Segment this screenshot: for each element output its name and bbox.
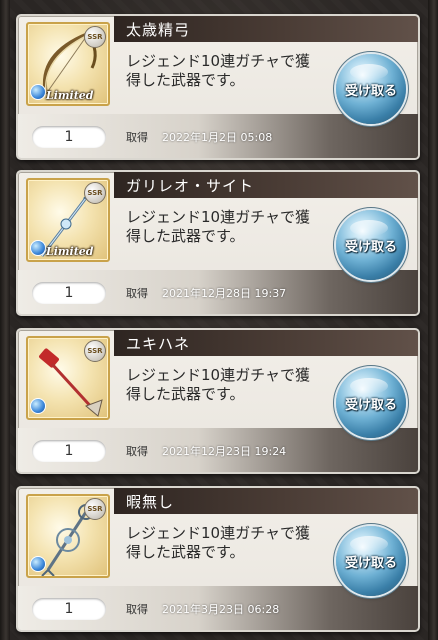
ssr-badge: SSR <box>84 498 106 520</box>
button-shine <box>350 64 388 80</box>
receive-button-label: 受け取る <box>344 84 397 99</box>
ssr-badge: SSR <box>84 26 106 48</box>
limited-tag: Limited <box>46 89 94 102</box>
item-name: ユキハネ <box>126 335 191 353</box>
gift-card-3: ユキハネ SSR レジェンド10連ガチャで獲 得した武器です。 1 取得 202… <box>16 328 420 474</box>
description-line: レジェンド10連ガチャで獲 <box>126 52 310 70</box>
acquired-label: 取得 <box>126 287 148 300</box>
receive-button[interactable]: 受け取る <box>336 210 406 280</box>
acquired-date: 2021年12月23日 19:24 <box>162 445 287 458</box>
ssr-badge: SSR <box>84 340 106 362</box>
item-description: レジェンド10連ガチャで獲 得した武器です。 <box>126 366 336 404</box>
water-element-icon <box>30 556 46 572</box>
receive-button[interactable]: 受け取る <box>336 368 406 438</box>
quantity-field[interactable]: 1 <box>32 282 106 304</box>
water-element-icon <box>30 84 46 100</box>
receive-button-label: 受け取る <box>344 556 397 571</box>
weapon-thumbnail: SSR <box>26 336 110 420</box>
acquired-date: 2021年3月23日 06:28 <box>162 603 280 616</box>
description-line: 得した武器です。 <box>126 71 245 89</box>
water-element-icon <box>30 398 46 414</box>
item-name: 太歳精弓 <box>126 21 191 39</box>
button-shine <box>350 378 388 394</box>
gift-card-2: ガリレオ・サイト SSR Limited レジェンド10連ガチャで獲 得した武器… <box>16 170 420 316</box>
item-description: レジェンド10連ガチャで獲 得した武器です。 <box>126 208 336 246</box>
item-name: ガリレオ・サイト <box>126 177 255 195</box>
water-element-icon <box>30 240 46 256</box>
receive-button[interactable]: 受け取る <box>336 54 406 124</box>
description-line: 得した武器です。 <box>126 543 245 561</box>
gift-card-1: 太歳精弓 SSR Limited レジェンド10連ガチャで獲 得した武器です。 … <box>16 14 420 160</box>
acquired-label: 取得 <box>126 131 148 144</box>
item-description: レジェンド10連ガチャで獲 得した武器です。 <box>126 524 336 562</box>
weapon-thumbnail: SSR Limited <box>26 22 110 106</box>
quantity-field[interactable]: 1 <box>32 126 106 148</box>
gift-card-4: 暇無し SSR レジェンド10連ガチャで獲 得した武器です。 1 取得 2021… <box>16 486 420 632</box>
acquired-date: 2021年12月28日 19:37 <box>162 287 287 300</box>
acquired-date: 2022年1月2日 05:08 <box>162 131 273 144</box>
quantity-field[interactable]: 1 <box>32 598 106 620</box>
receive-button-label: 受け取る <box>344 240 397 255</box>
receive-button[interactable]: 受け取る <box>336 526 406 596</box>
description-line: 得した武器です。 <box>126 227 245 245</box>
button-shine <box>350 536 388 552</box>
description-line: レジェンド10連ガチャで獲 <box>126 366 310 384</box>
left-rail <box>0 0 10 640</box>
item-description: レジェンド10連ガチャで獲 得した武器です。 <box>126 52 336 90</box>
ssr-badge: SSR <box>84 182 106 204</box>
description-line: レジェンド10連ガチャで獲 <box>126 524 310 542</box>
weapon-thumbnail: SSR Limited <box>26 178 110 262</box>
button-shine <box>350 220 388 236</box>
acquired-label: 取得 <box>126 603 148 616</box>
quantity-field[interactable]: 1 <box>32 440 106 462</box>
right-rail <box>428 0 438 640</box>
description-line: レジェンド10連ガチャで獲 <box>126 208 310 226</box>
acquired-label: 取得 <box>126 445 148 458</box>
weapon-thumbnail: SSR <box>26 494 110 578</box>
limited-tag: Limited <box>46 245 94 258</box>
item-name: 暇無し <box>126 493 175 511</box>
receive-button-label: 受け取る <box>344 398 397 413</box>
description-line: 得した武器です。 <box>126 385 245 403</box>
